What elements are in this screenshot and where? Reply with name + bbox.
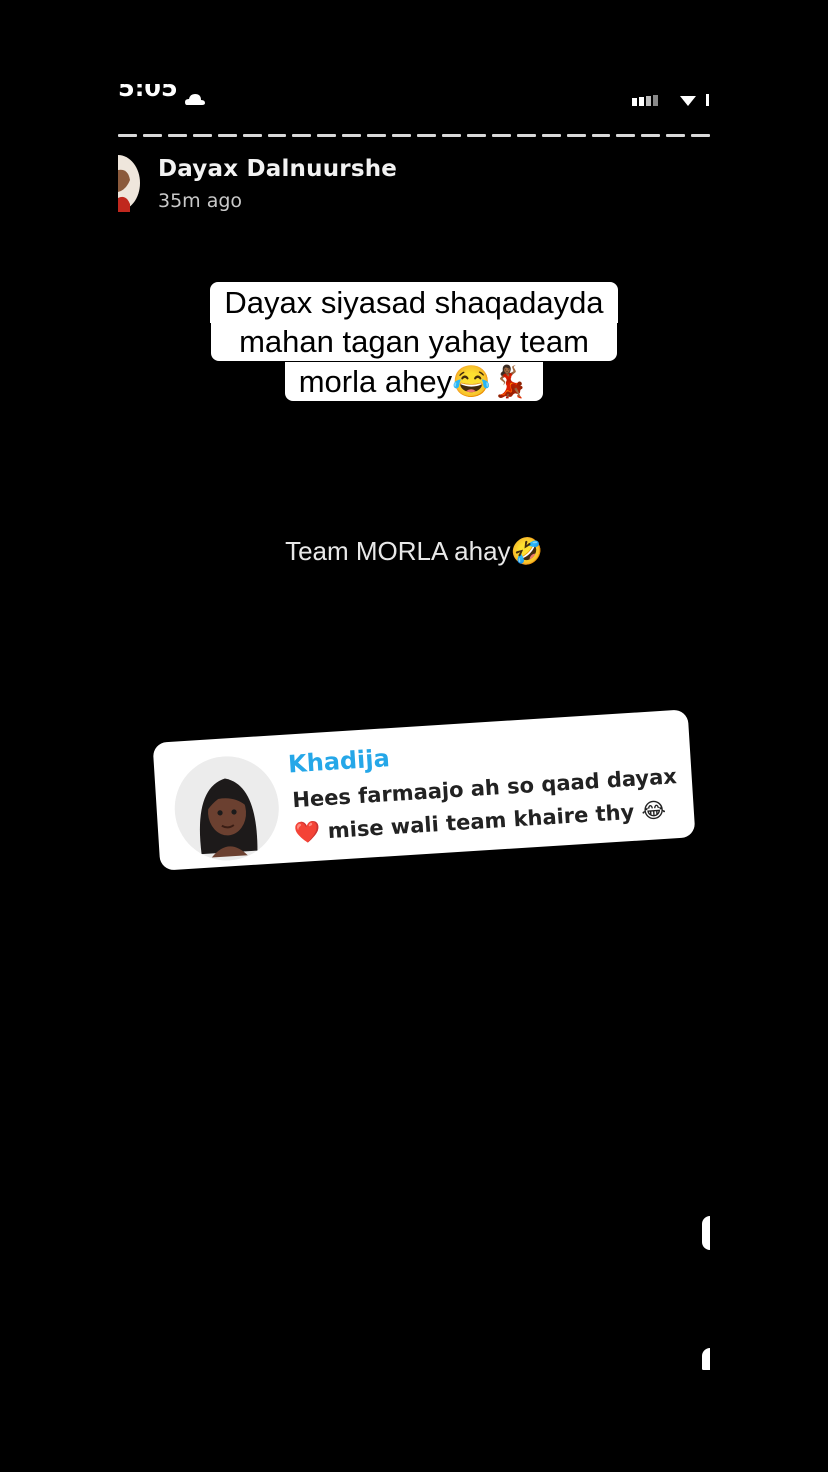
caption-line-3: morla ahey😂💃🏾 xyxy=(284,362,544,401)
progress-segment xyxy=(417,134,436,137)
story-screen: 5:05 Dayax Dalnuurshe 35m ago Dayax siya… xyxy=(0,0,828,1472)
story-progress-bar xyxy=(118,134,711,137)
status-icons xyxy=(630,94,710,106)
poster-avatar[interactable] xyxy=(118,150,148,216)
progress-segment xyxy=(641,134,661,137)
progress-segment xyxy=(392,134,412,137)
progress-segment xyxy=(192,134,212,137)
progress-segment xyxy=(666,134,686,137)
progress-segment xyxy=(367,134,387,137)
progress-segment xyxy=(691,134,711,137)
progress-segment xyxy=(566,134,586,137)
progress-segment xyxy=(118,134,137,137)
edge-mark xyxy=(702,1348,710,1370)
progress-segment xyxy=(167,134,187,137)
edge-mark xyxy=(702,1216,710,1250)
post-time: 35m ago xyxy=(158,190,243,212)
progress-segment xyxy=(466,134,486,137)
progress-segment xyxy=(342,134,362,137)
progress-segment xyxy=(292,134,312,137)
progress-segment xyxy=(616,134,636,137)
progress-segment xyxy=(441,134,461,137)
reply-card[interactable]: Khadija Hees farmaajo ah so qaad dayax ❤… xyxy=(152,709,696,871)
caption-line-2: mahan tagan yahay team xyxy=(211,322,617,361)
wifi-icon xyxy=(680,96,696,106)
caption-line-1: Dayax siyasad shaqadayda xyxy=(210,282,618,323)
progress-segment xyxy=(267,134,287,137)
battery-icon xyxy=(706,94,709,106)
progress-segment xyxy=(491,134,511,137)
progress-segment xyxy=(591,134,611,137)
progress-segment xyxy=(317,134,337,137)
story-caption: Dayax siyasad shaqadayda mahan tagan yah… xyxy=(0,282,828,402)
progress-segment xyxy=(541,134,561,137)
story-text: Team MORLA ahay🤣 xyxy=(285,536,543,566)
progress-segment xyxy=(242,134,262,137)
status-cloud-icon xyxy=(185,94,205,105)
progress-segment xyxy=(142,134,162,137)
progress-segment xyxy=(217,134,237,137)
reply-name: Khadija xyxy=(287,744,391,779)
reply-avatar xyxy=(171,753,282,864)
progress-segment xyxy=(516,134,536,137)
poster-name[interactable]: Dayax Dalnuurshe xyxy=(158,156,397,182)
signal-icon xyxy=(632,95,658,106)
